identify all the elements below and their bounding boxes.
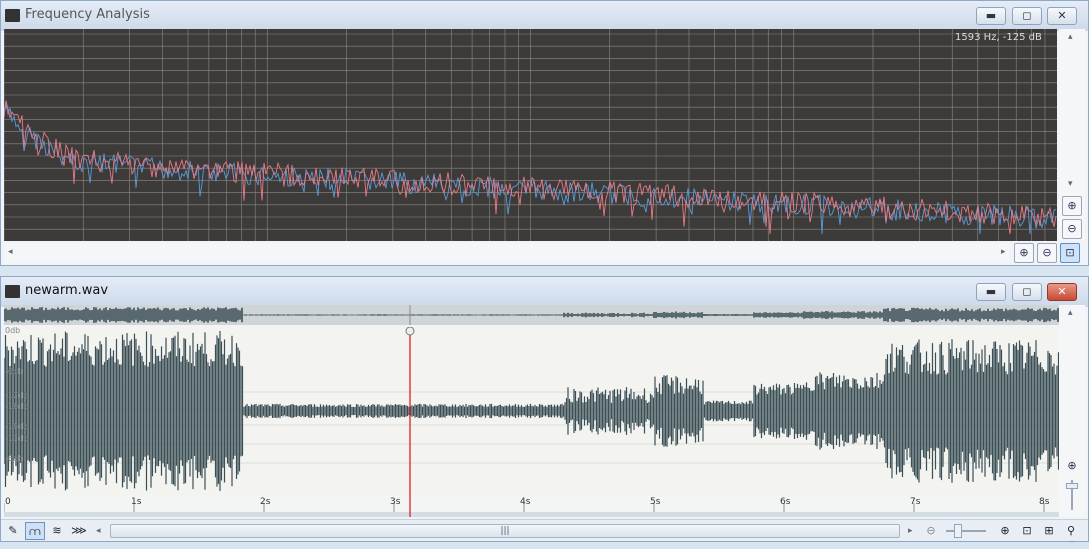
db-label: -6db xyxy=(5,367,24,376)
wave-close-button[interactable]: ✕ xyxy=(1047,283,1077,301)
waveform-view[interactable] xyxy=(4,327,1060,495)
zoom-slider-thumb[interactable] xyxy=(954,524,962,538)
zoom-slider-track[interactable] xyxy=(946,530,986,532)
db-label: -12db xyxy=(5,434,29,443)
freq-titlebar[interactable]: Frequency Analysis ▬ ◻ ✕ xyxy=(1,1,1088,31)
freq-close-button[interactable]: ✕ xyxy=(1047,7,1077,25)
frequency-readout: 1593 Hz, -125 dB xyxy=(955,32,1042,43)
freq-maximize-button[interactable]: ◻ xyxy=(1012,7,1042,25)
probe-icon[interactable]: ⚲ xyxy=(1063,522,1079,540)
db-label: -6db xyxy=(5,454,24,463)
time-tick-label: 4s xyxy=(520,497,531,507)
waveform-window: newarm.wav ▬ ◻ ✕ 0db -6db -12db -18db -1… xyxy=(0,276,1089,544)
scroll-left-arrow[interactable]: ◂ xyxy=(8,247,13,257)
scroll-up-arrow[interactable]: ▴ xyxy=(1068,32,1073,42)
frequency-analysis-window: Frequency Analysis ▬ ◻ ✕ 1593 Hz, -125 d… xyxy=(0,0,1089,266)
zoom-fit-icon[interactable]: ⊡ xyxy=(1019,522,1035,540)
time-tick-label: 8s xyxy=(1039,497,1050,507)
wave-bottom-toolbar: ✎ ⩋ ≋ ⋙ ◂ ||| ▸ ⊖ ⊕ ⊡ ⊞ ⚲ xyxy=(1,519,1088,541)
freq-window-title: Frequency Analysis xyxy=(25,7,150,22)
hscroll-left-arrow[interactable]: ◂ xyxy=(96,526,101,536)
freq-horizontal-scrollbar[interactable]: ◂ ▸ xyxy=(4,243,1009,263)
hscroll-thumb[interactable]: ||| xyxy=(110,524,900,538)
hscroll-right-arrow[interactable]: ▸ xyxy=(908,526,913,536)
scroll-right-arrow[interactable]: ▸ xyxy=(1001,247,1006,257)
zoom-in-icon[interactable]: ⊕ xyxy=(997,522,1013,540)
playhead-handle[interactable] xyxy=(405,327,415,336)
zoom-out-icon[interactable]: ⊖ xyxy=(923,522,939,540)
spectrum-plot[interactable] xyxy=(4,29,1057,241)
view-stereo-icon[interactable]: ≋ xyxy=(47,522,67,540)
db-label: -12db xyxy=(5,391,29,400)
freq-hzoom-out-button[interactable]: ⊖ xyxy=(1037,243,1057,263)
time-tick-label: 7s xyxy=(910,497,921,507)
time-tick-label: 5s xyxy=(650,497,661,507)
time-tick-label: 6s xyxy=(780,497,791,507)
time-ruler-ticks xyxy=(4,495,1060,517)
db-label: -18db xyxy=(5,422,29,431)
time-tick-label: 0 xyxy=(5,497,11,507)
wave-minimize-button[interactable]: ▬ xyxy=(976,283,1006,301)
scroll-up-arrow[interactable]: ▴ xyxy=(1068,308,1073,318)
scroll-down-arrow[interactable]: ▾ xyxy=(1068,179,1073,189)
wave-window-title: newarm.wav xyxy=(25,283,109,298)
wave-vzoom-in-button[interactable]: ⊕ xyxy=(1062,457,1082,477)
freq-zoom-fit-button[interactable]: ⊡ xyxy=(1060,243,1080,263)
wave-maximize-button[interactable]: ◻ xyxy=(1012,283,1042,301)
time-ruler[interactable]: 0 1s 2s 3s 4s 5s 6s 7s 8s xyxy=(4,495,1060,517)
freq-hzoom-in-button[interactable]: ⊕ xyxy=(1014,243,1034,263)
zoom-selection-icon[interactable]: ⊞ xyxy=(1041,522,1057,540)
time-tick-label: 1s xyxy=(131,497,142,507)
waveform-app-icon xyxy=(5,9,20,22)
waveform-overview[interactable] xyxy=(4,305,1060,325)
vzoom-slider-thumb[interactable] xyxy=(1066,483,1078,489)
freq-vzoom-out-button[interactable]: ⊖ xyxy=(1062,219,1082,239)
pencil-tool-icon[interactable]: ✎ xyxy=(5,522,21,540)
view-multichannel-icon[interactable]: ⋙ xyxy=(69,522,89,540)
freq-vertical-scrollbar[interactable]: ▴ ▾ ⊕ ⊖ xyxy=(1059,29,1085,241)
waveform-app-icon xyxy=(5,285,20,298)
freq-vzoom-in-button[interactable]: ⊕ xyxy=(1062,196,1082,216)
view-mono-icon[interactable]: ⩋ xyxy=(25,522,45,540)
freq-minimize-button[interactable]: ▬ xyxy=(976,7,1006,25)
time-tick-label: 2s xyxy=(260,497,271,507)
wave-titlebar[interactable]: newarm.wav ▬ ◻ ✕ xyxy=(1,277,1088,307)
db-label: 0db xyxy=(5,326,21,335)
db-label: -18db xyxy=(5,402,29,411)
time-tick-label: 3s xyxy=(390,497,401,507)
wave-vertical-scrollbar[interactable]: ▴ ⊕ ⊖ xyxy=(1059,305,1085,544)
